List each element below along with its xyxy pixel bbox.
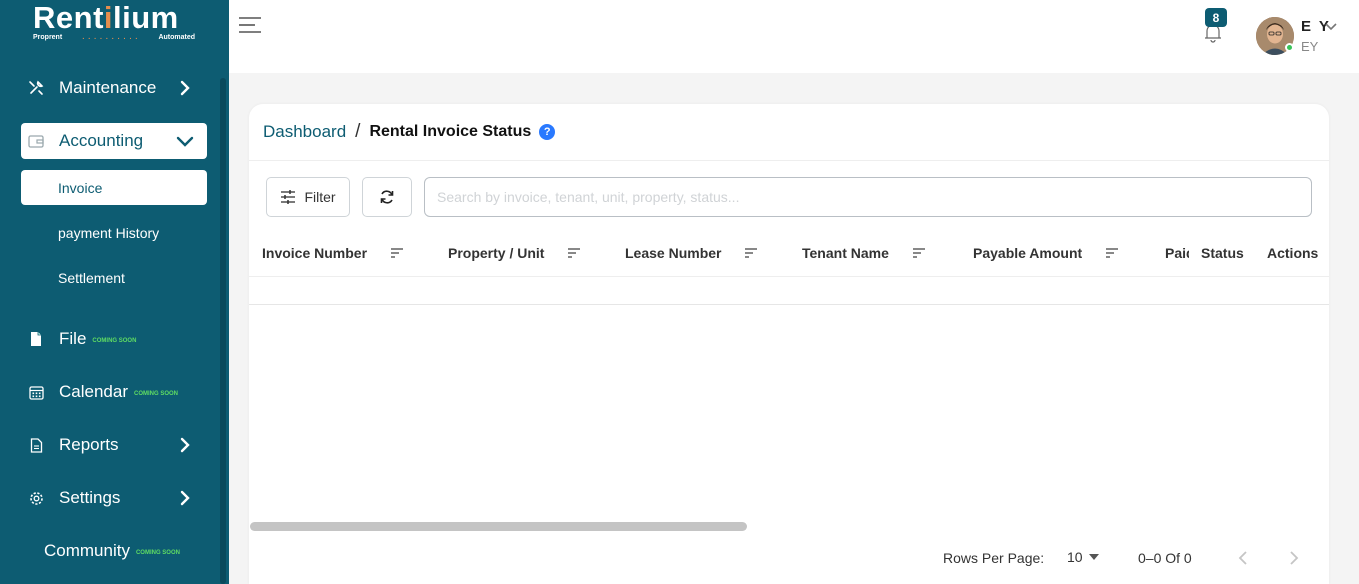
sidebar-item-label: File [59, 329, 87, 348]
calendar-icon [21, 385, 51, 400]
sidebar-item-reports[interactable]: Reports [21, 427, 207, 463]
sidebar-item-label: Community [44, 541, 130, 560]
sort-icon [745, 248, 758, 258]
help-icon[interactable]: ? [539, 124, 556, 140]
column-header-paid[interactable]: Paid [1165, 229, 1189, 276]
sidebar-item-label: Accounting [59, 131, 144, 150]
coming-soon-badge: COMING SOON [135, 550, 180, 556]
sidebar-subitem-payment-history[interactable]: payment History [21, 215, 207, 250]
breadcrumb-separator: / [355, 121, 361, 142]
brand-name: Rentilium [33, 0, 179, 35]
filter-label: Filter [304, 189, 336, 205]
rows-per-page-select[interactable]: 10 [1067, 549, 1099, 565]
column-header-property-unit[interactable]: Property / Unit [448, 229, 581, 276]
hamburger-menu-icon[interactable] [238, 16, 262, 34]
breadcrumb-dashboard-link[interactable]: Dashboard [263, 122, 346, 142]
refresh-button[interactable] [362, 177, 412, 217]
sidebar-item-file[interactable]: File COMING SOON [21, 321, 207, 357]
top-bar: 8 E Y EY [229, 0, 1359, 73]
chevron-left-icon[interactable] [1234, 548, 1254, 568]
file-icon [21, 331, 51, 347]
filter-button[interactable]: Filter [266, 177, 350, 217]
pagination-range: 0–0 Of 0 [1138, 550, 1192, 566]
sidebar-item-settings[interactable]: Settings [21, 480, 207, 516]
breadcrumb: Dashboard / Rental Invoice Status ? [263, 121, 556, 143]
chevron-down-icon[interactable] [1324, 19, 1338, 33]
column-header-lease-number[interactable]: Lease Number [625, 229, 758, 276]
sidebar-scrollbar[interactable] [220, 78, 226, 584]
chevron-right-icon [180, 437, 190, 453]
user-subtitle: EY [1301, 39, 1319, 54]
chevron-right-icon[interactable] [1283, 548, 1303, 568]
chevron-right-icon [180, 80, 190, 96]
sidebar-subitem-settlement[interactable]: Settlement [21, 260, 207, 295]
search-input[interactable] [424, 177, 1312, 217]
sort-icon [391, 248, 404, 258]
gear-icon [21, 491, 51, 506]
tools-icon [21, 80, 51, 96]
caret-down-icon [1088, 554, 1099, 560]
sidebar: Rentilium Proprent . . . . . . . . . . A… [0, 0, 229, 584]
notification-badge: 8 [1205, 8, 1227, 27]
column-header-status[interactable]: Status [1201, 229, 1244, 276]
refresh-icon [380, 190, 394, 204]
sidebar-item-maintenance[interactable]: Maintenance [21, 70, 207, 106]
table-row [249, 277, 1329, 305]
column-header-payable-amount[interactable]: Payable Amount [973, 229, 1119, 276]
page-title: Rental Invoice Status [369, 123, 532, 140]
sidebar-item-label: Calendar [59, 382, 128, 401]
rows-per-page-label: Rows Per Page: [943, 550, 1045, 566]
wallet-icon [21, 134, 51, 148]
chevron-down-icon [176, 136, 194, 147]
horizontal-scrollbar[interactable] [250, 522, 747, 531]
column-header-actions: Actions [1267, 245, 1319, 261]
column-header-invoice-number[interactable]: Invoice Number [262, 229, 404, 276]
sidebar-item-label: Settings [59, 488, 121, 507]
chevron-right-icon [180, 490, 190, 506]
sidebar-subitem-invoice[interactable]: Invoice [21, 170, 207, 205]
online-status-dot [1285, 43, 1294, 52]
sidebar-item-label: Reports [59, 435, 119, 454]
table-panel: Filter Invoice Number Property / Unit Le… [249, 160, 1329, 584]
sidebar-item-accounting[interactable]: Accounting [21, 123, 207, 159]
table-header: Invoice Number Property / Unit Lease Num… [249, 229, 1329, 277]
sort-icon [568, 248, 581, 258]
sort-icon [1106, 248, 1119, 258]
brand-logo[interactable]: Rentilium Proprent . . . . . . . . . . A… [33, 2, 198, 46]
sidebar-item-label: Maintenance [59, 78, 157, 97]
sliders-icon [281, 190, 296, 204]
coming-soon-badge: COMING SOON [92, 338, 137, 344]
sort-icon [912, 248, 925, 258]
brand-tagline: Proprent . . . . . . . . . . Automated [33, 34, 195, 41]
pagination: Rows Per Page: 10 0–0 Of 0 [249, 541, 1329, 581]
sidebar-item-community[interactable]: Community COMING SOON [44, 533, 229, 569]
coming-soon-badge: COMING SOON [134, 391, 179, 397]
sidebar-item-calendar[interactable]: Calendar COMING SOON [21, 374, 207, 410]
main-card: Dashboard / Rental Invoice Status ? Filt… [249, 104, 1329, 584]
report-icon [21, 437, 51, 453]
column-header-tenant-name[interactable]: Tenant Name [802, 229, 926, 276]
